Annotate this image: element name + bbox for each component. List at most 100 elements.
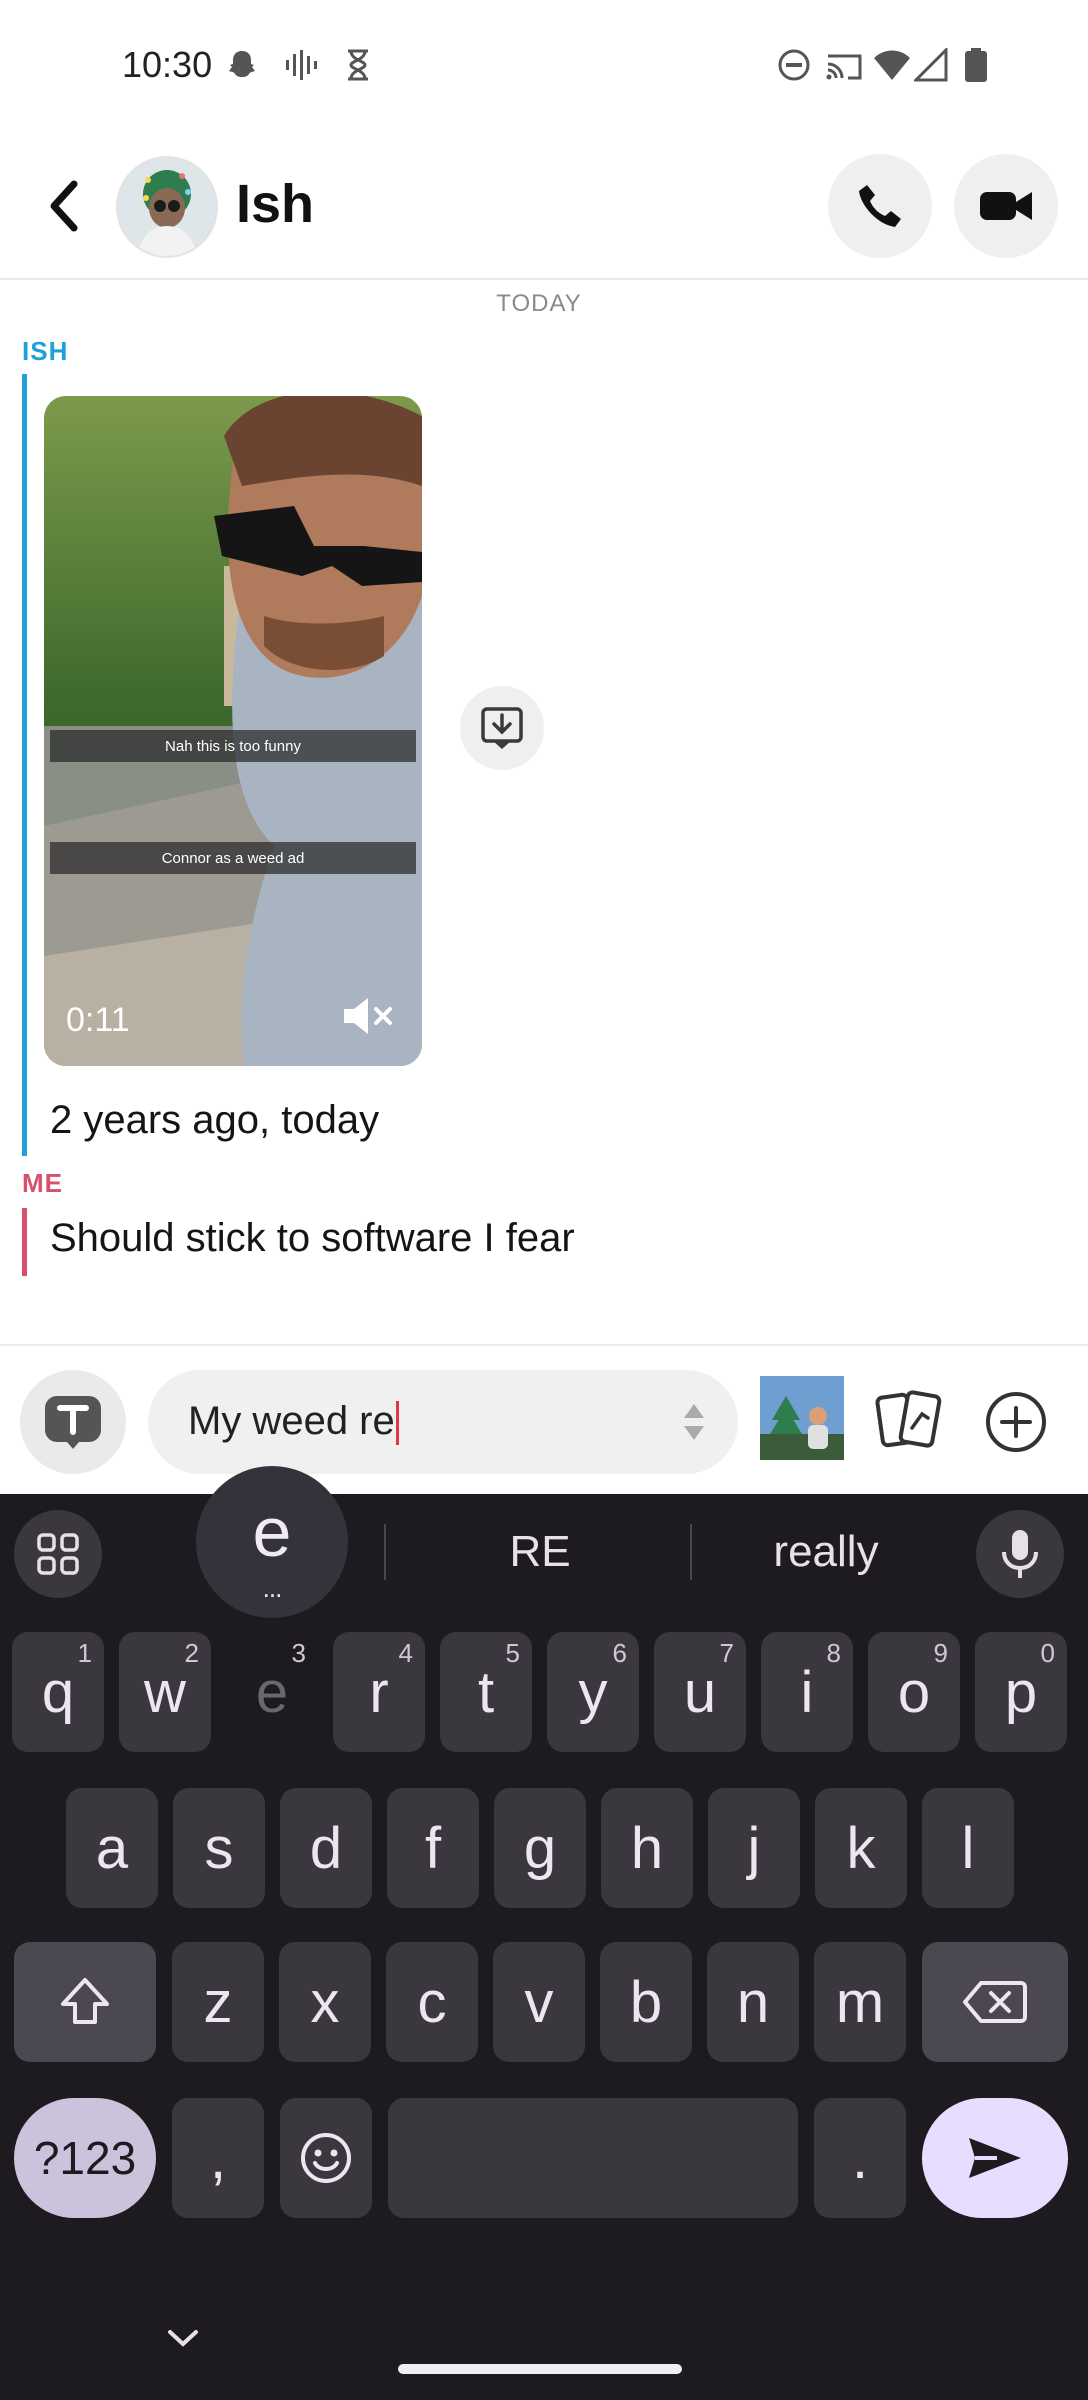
key-hint: 4: [398, 1638, 413, 1668]
key-hint: 7: [719, 1638, 734, 1668]
key-z[interactable]: z: [172, 1942, 264, 2062]
space-key[interactable]: [388, 2098, 798, 2218]
comma-key[interactable]: ,: [172, 2098, 264, 2218]
back-arrow-icon[interactable]: [40, 176, 90, 236]
key-hint: 2: [184, 1638, 199, 1668]
emoji-key[interactable]: [280, 2098, 372, 2218]
key-r[interactable]: r4: [333, 1632, 425, 1752]
key-label: v: [524, 1969, 554, 2035]
key-label: u: [683, 1659, 717, 1725]
apps-grid-icon: [37, 1533, 79, 1575]
symbols-key[interactable]: ?123: [14, 2098, 156, 2218]
key-label: y: [578, 1659, 608, 1725]
suggestion-2[interactable]: really: [694, 1516, 958, 1588]
key-x[interactable]: x: [279, 1942, 371, 2062]
hide-keyboard-chevron-icon[interactable]: [164, 2326, 202, 2350]
key-b[interactable]: b: [600, 1942, 692, 2062]
key-label: r: [369, 1659, 389, 1725]
text-caret: [395, 1401, 399, 1446]
backspace-key[interactable]: [922, 1942, 1068, 2062]
key-w[interactable]: w2: [119, 1632, 211, 1752]
mute-icon[interactable]: [342, 996, 396, 1036]
header-divider: [0, 278, 1088, 280]
suggestion-1[interactable]: RE: [390, 1516, 690, 1588]
video-caption-top: Nah this is too funny: [50, 730, 416, 762]
message-input[interactable]: My weed re: [148, 1370, 738, 1474]
camera-roll-thumbnail[interactable]: [760, 1376, 844, 1460]
cellular-signal-icon: [914, 48, 948, 82]
contact-name[interactable]: Ish: [236, 173, 314, 235]
add-plus-icon[interactable]: [984, 1390, 1048, 1454]
message-input-text: My weed re: [188, 1399, 399, 1446]
key-i[interactable]: i8: [761, 1632, 853, 1752]
composer-divider: [0, 1344, 1088, 1346]
key-t[interactable]: t5: [440, 1632, 532, 1752]
key-label: k: [846, 1815, 876, 1881]
hourglass-icon: [348, 49, 368, 81]
key-label: n: [736, 1969, 770, 2035]
microphone-icon: [1002, 1530, 1038, 1578]
key-label: m: [835, 1969, 885, 2035]
key-label: p: [1004, 1659, 1038, 1725]
key-p[interactable]: p0: [975, 1632, 1067, 1752]
save-in-chat-button[interactable]: [460, 686, 544, 770]
key-m[interactable]: m: [814, 1942, 906, 2062]
period-key[interactable]: .: [814, 2098, 906, 2218]
cards-icon[interactable]: [874, 1388, 944, 1452]
snapchat-notification-icon: [229, 51, 255, 77]
expand-input-icon[interactable]: [682, 1398, 706, 1446]
key-label: e: [255, 1659, 289, 1725]
video-snap[interactable]: Nah this is too funny Connor as a weed a…: [44, 396, 422, 1066]
key-f[interactable]: f: [387, 1788, 479, 1908]
key-hint: 6: [612, 1638, 627, 1668]
key-h[interactable]: h: [601, 1788, 693, 1908]
video-duration: 0:11: [66, 1001, 130, 1039]
suggestion-divider: [384, 1524, 386, 1580]
audio-waveform-icon: [286, 50, 317, 80]
key-s[interactable]: s: [173, 1788, 265, 1908]
key-preview-letter: e: [252, 1493, 292, 1571]
friend-sender-label: ISH: [22, 336, 69, 366]
save-download-icon: [481, 707, 523, 749]
send-key[interactable]: [922, 2098, 1068, 2218]
key-q[interactable]: q1: [12, 1632, 104, 1752]
key-hint: 0: [1040, 1638, 1055, 1668]
key-u[interactable]: u7: [654, 1632, 746, 1752]
key-c[interactable]: c: [386, 1942, 478, 2062]
key-label: a: [95, 1815, 129, 1881]
video-caption-bottom: Connor as a weed ad: [50, 842, 416, 874]
key-label: c: [417, 1969, 447, 2035]
shift-key[interactable]: [14, 1942, 156, 2062]
key-g[interactable]: g: [494, 1788, 586, 1908]
key-y[interactable]: y6: [547, 1632, 639, 1752]
key-label: t: [477, 1659, 495, 1725]
battery-icon: [965, 48, 987, 82]
key-k[interactable]: k: [815, 1788, 907, 1908]
keyboard-apps-button[interactable]: [14, 1510, 102, 1598]
suggestion-divider: [690, 1524, 692, 1580]
key-hint: 3: [291, 1638, 306, 1668]
key-a[interactable]: a: [66, 1788, 158, 1908]
backspace-icon: [963, 1981, 1027, 2023]
key-o[interactable]: o9: [868, 1632, 960, 1752]
key-label: g: [523, 1815, 557, 1881]
gesture-nav-handle[interactable]: [398, 2364, 682, 2374]
video-call-button[interactable]: [954, 154, 1058, 258]
key-e[interactable]: e3: [226, 1632, 318, 1752]
key-d[interactable]: d: [280, 1788, 372, 1908]
my-message: Should stick to software I fear: [50, 1216, 575, 1260]
key-label: x: [310, 1969, 340, 2035]
key-l[interactable]: l: [922, 1788, 1014, 1908]
key-j[interactable]: j: [708, 1788, 800, 1908]
key-n[interactable]: n: [707, 1942, 799, 2062]
key-hint: 1: [77, 1638, 92, 1668]
send-arrow-icon: [969, 2138, 1021, 2178]
key-label: z: [203, 1969, 233, 2035]
contact-avatar[interactable]: [116, 156, 218, 258]
emoji-smiley-icon: [301, 2133, 351, 2183]
voice-call-button[interactable]: [828, 154, 932, 258]
text-mode-button[interactable]: [20, 1370, 126, 1474]
key-v[interactable]: v: [493, 1942, 585, 2062]
voice-input-button[interactable]: [976, 1510, 1064, 1598]
key-label: h: [630, 1815, 664, 1881]
